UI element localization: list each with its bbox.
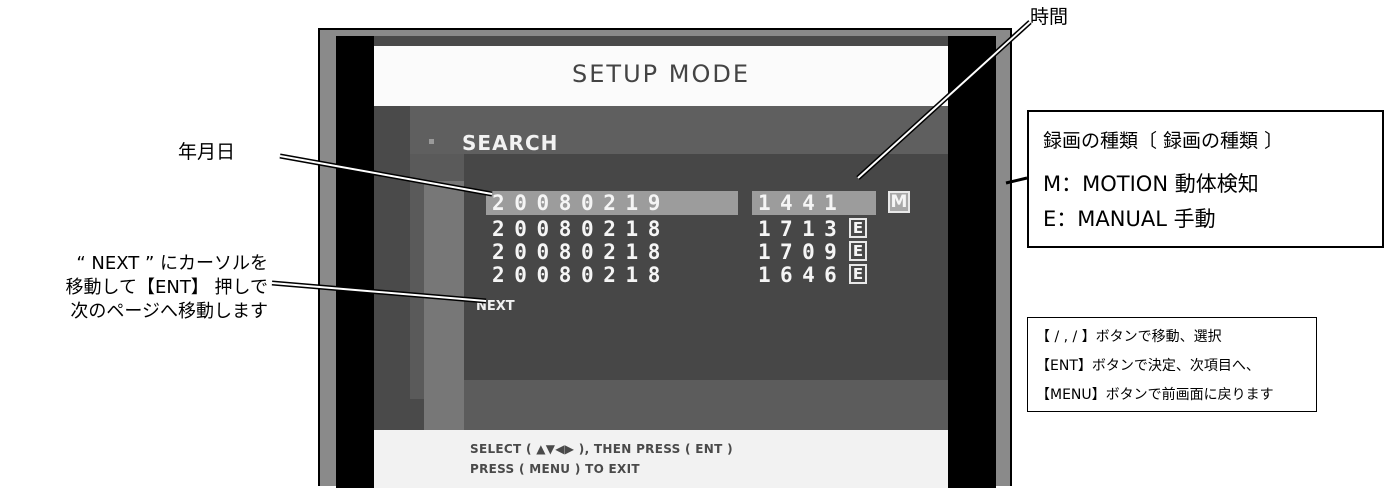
time-annotation: 時間 — [1030, 6, 1069, 28]
next-callout-line-inner — [271, 282, 487, 302]
record-type-motion: M：MOTION 動体検知 — [1043, 172, 1259, 196]
next-annotation-line: 次のページへ移動します — [70, 301, 268, 322]
date-annotation: 年月日 — [178, 141, 236, 163]
date-callout-line-inner — [279, 155, 493, 195]
next-annotation: “ NEXT ” にカーソルを 移動して【ENT】 押しで 次のページへ移動しま… — [0, 252, 268, 324]
key-help-line: 【MENU】ボタンで前画面に戻ります — [1036, 387, 1274, 403]
record-type-legend: 録画の種類〔 録画の種類 〕 M：MOTION 動体検知 E：MANUAL 手動 — [1027, 110, 1384, 248]
key-help-line: 【 / , / 】ボタンで移動、選択 — [1036, 329, 1222, 345]
next-annotation-line: 移動して【ENT】 押しで — [65, 277, 268, 298]
record-type-title: 録画の種類〔 録画の種類 〕 — [1043, 130, 1284, 152]
record-type-manual: E：MANUAL 手動 — [1043, 207, 1216, 231]
key-help-box: 【 / , / 】ボタンで移動、選択 【ENT】ボタンで決定、次項目へ、 【ME… — [1027, 317, 1317, 412]
time-callout-line-inner — [857, 21, 1031, 179]
types-callout-line — [1005, 176, 1028, 185]
key-help-line: 【ENT】ボタンで決定、次項目へ、 — [1036, 358, 1260, 374]
next-annotation-line: “ NEXT ” にカーソルを — [76, 253, 268, 274]
